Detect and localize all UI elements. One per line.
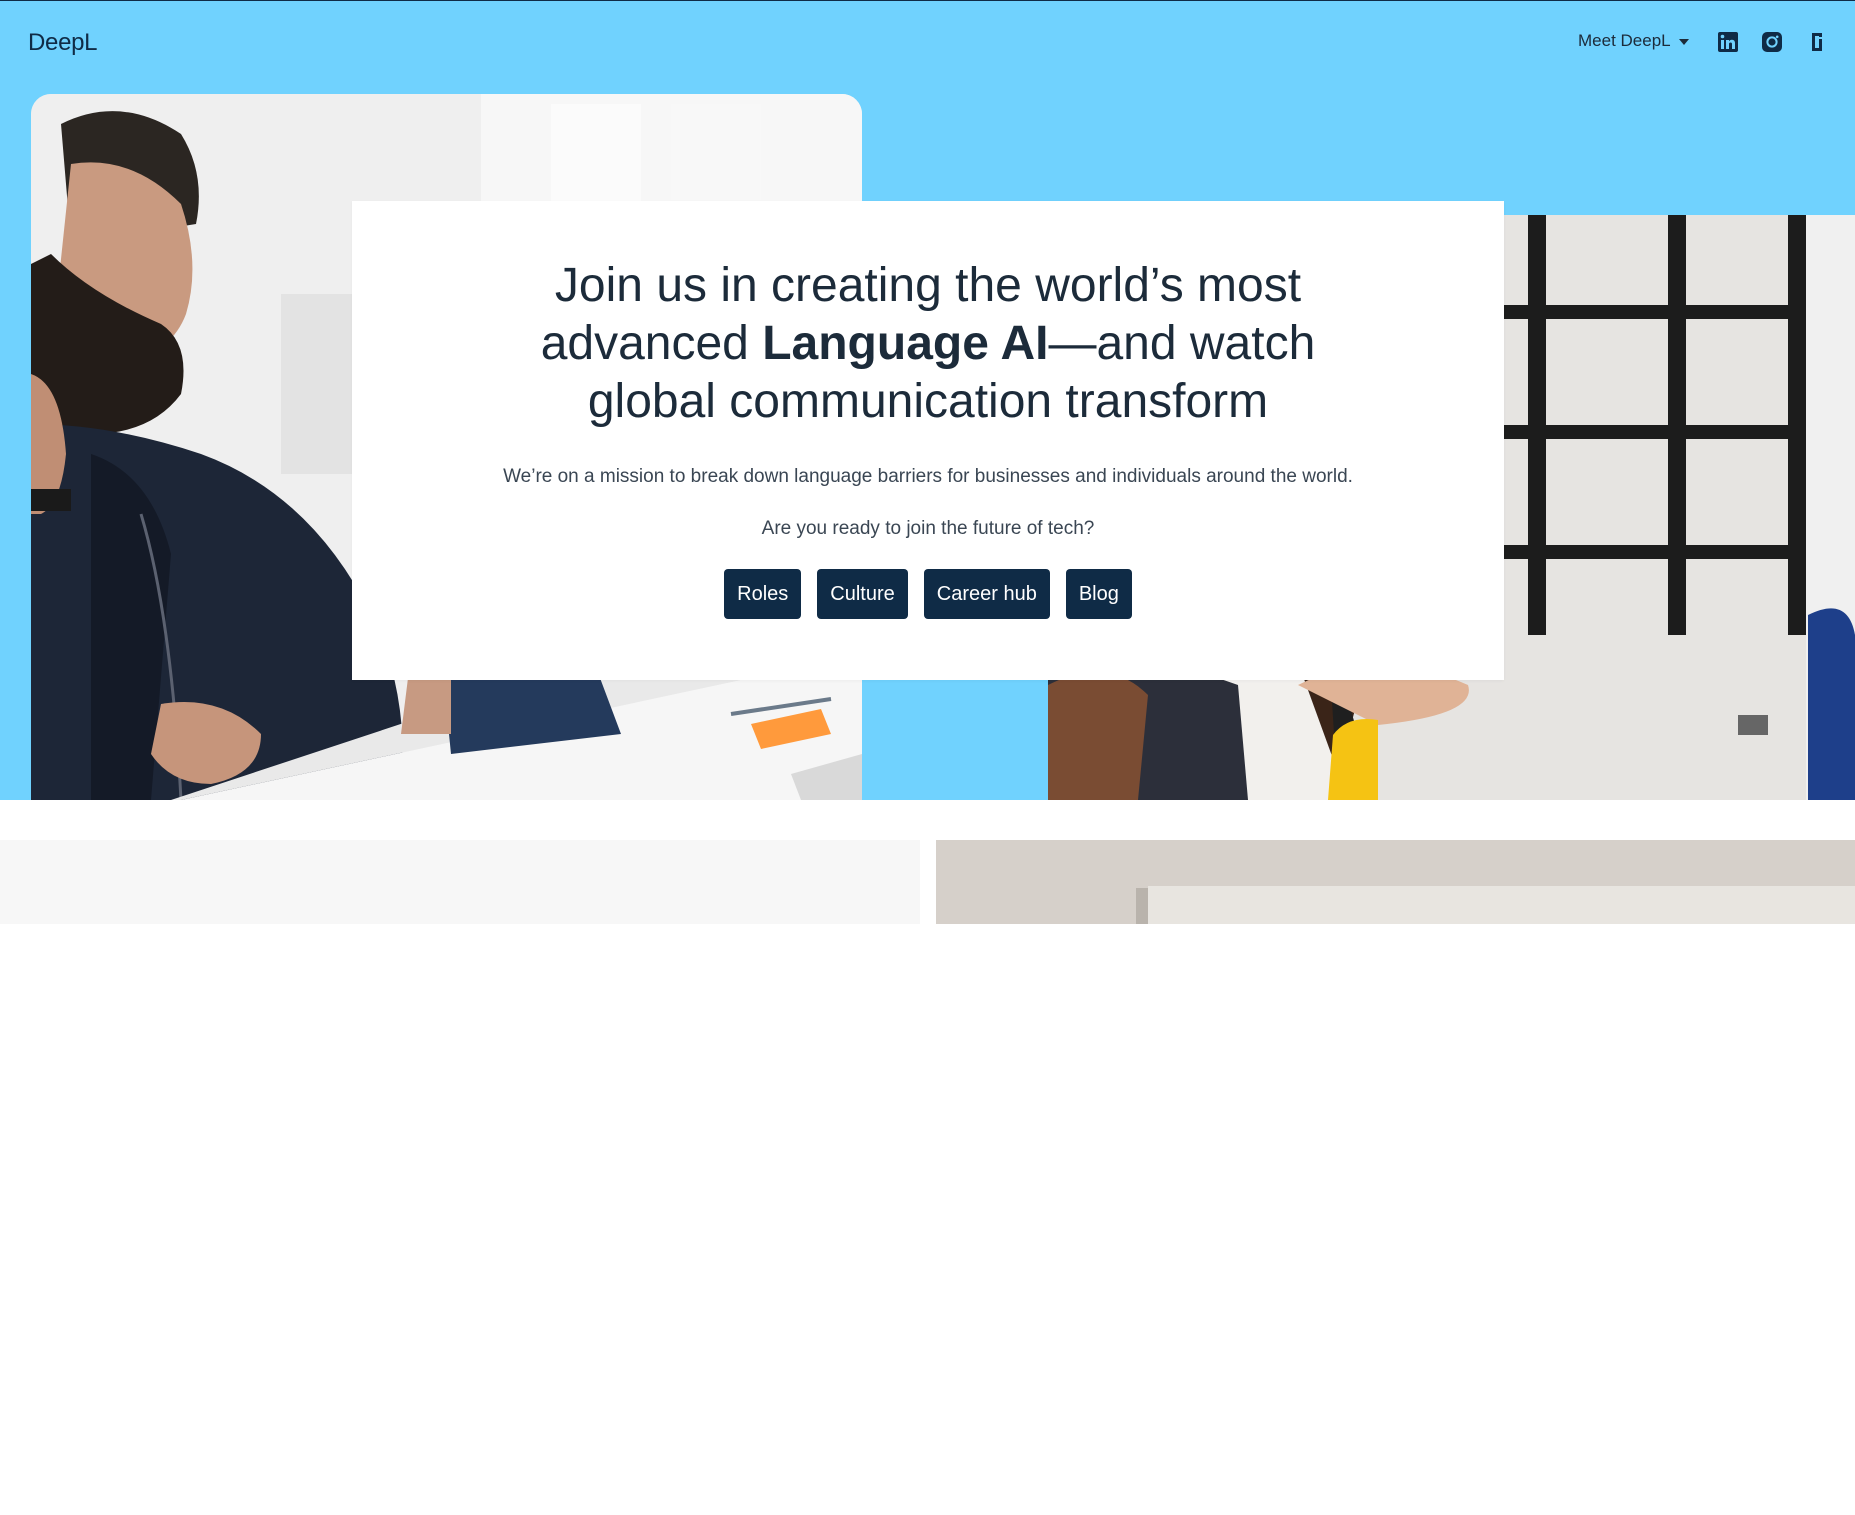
linkedin-icon[interactable] xyxy=(1717,31,1739,53)
glassdoor-icon[interactable] xyxy=(1806,31,1828,53)
mission-text: We’re on a mission to break down languag… xyxy=(503,466,1353,487)
page: DeepL Meet DeepL Join us in creating the… xyxy=(0,0,1855,1515)
hero-buttons: Roles Culture Career hub Blog xyxy=(352,569,1504,619)
question-text: Are you ready to join the future of tech… xyxy=(761,518,1095,539)
career-hub-button[interactable]: Career hub xyxy=(923,569,1050,619)
top-navigation: DeepL Meet DeepL xyxy=(0,1,1855,81)
headline-bold: Language AI xyxy=(762,317,1049,370)
blog-button[interactable]: Blog xyxy=(1065,569,1132,619)
meet-deepl-dropdown[interactable]: Meet DeepL xyxy=(1578,31,1689,51)
section-photo-right xyxy=(936,840,1855,924)
section-panel-left xyxy=(0,840,920,924)
hero-card: Join us in creating the world’s most adv… xyxy=(352,201,1504,680)
culture-button[interactable]: Culture xyxy=(817,569,908,619)
hero-headline: Join us in creating the world’s most adv… xyxy=(518,257,1338,431)
meet-deepl-label: Meet DeepL xyxy=(1578,31,1671,50)
roles-button[interactable]: Roles xyxy=(724,569,802,619)
office-photo-illustration xyxy=(936,840,1855,924)
caret-down-icon xyxy=(1678,39,1689,45)
instagram-icon[interactable] xyxy=(1761,31,1783,53)
deepl-logo[interactable]: DeepL xyxy=(28,29,98,57)
